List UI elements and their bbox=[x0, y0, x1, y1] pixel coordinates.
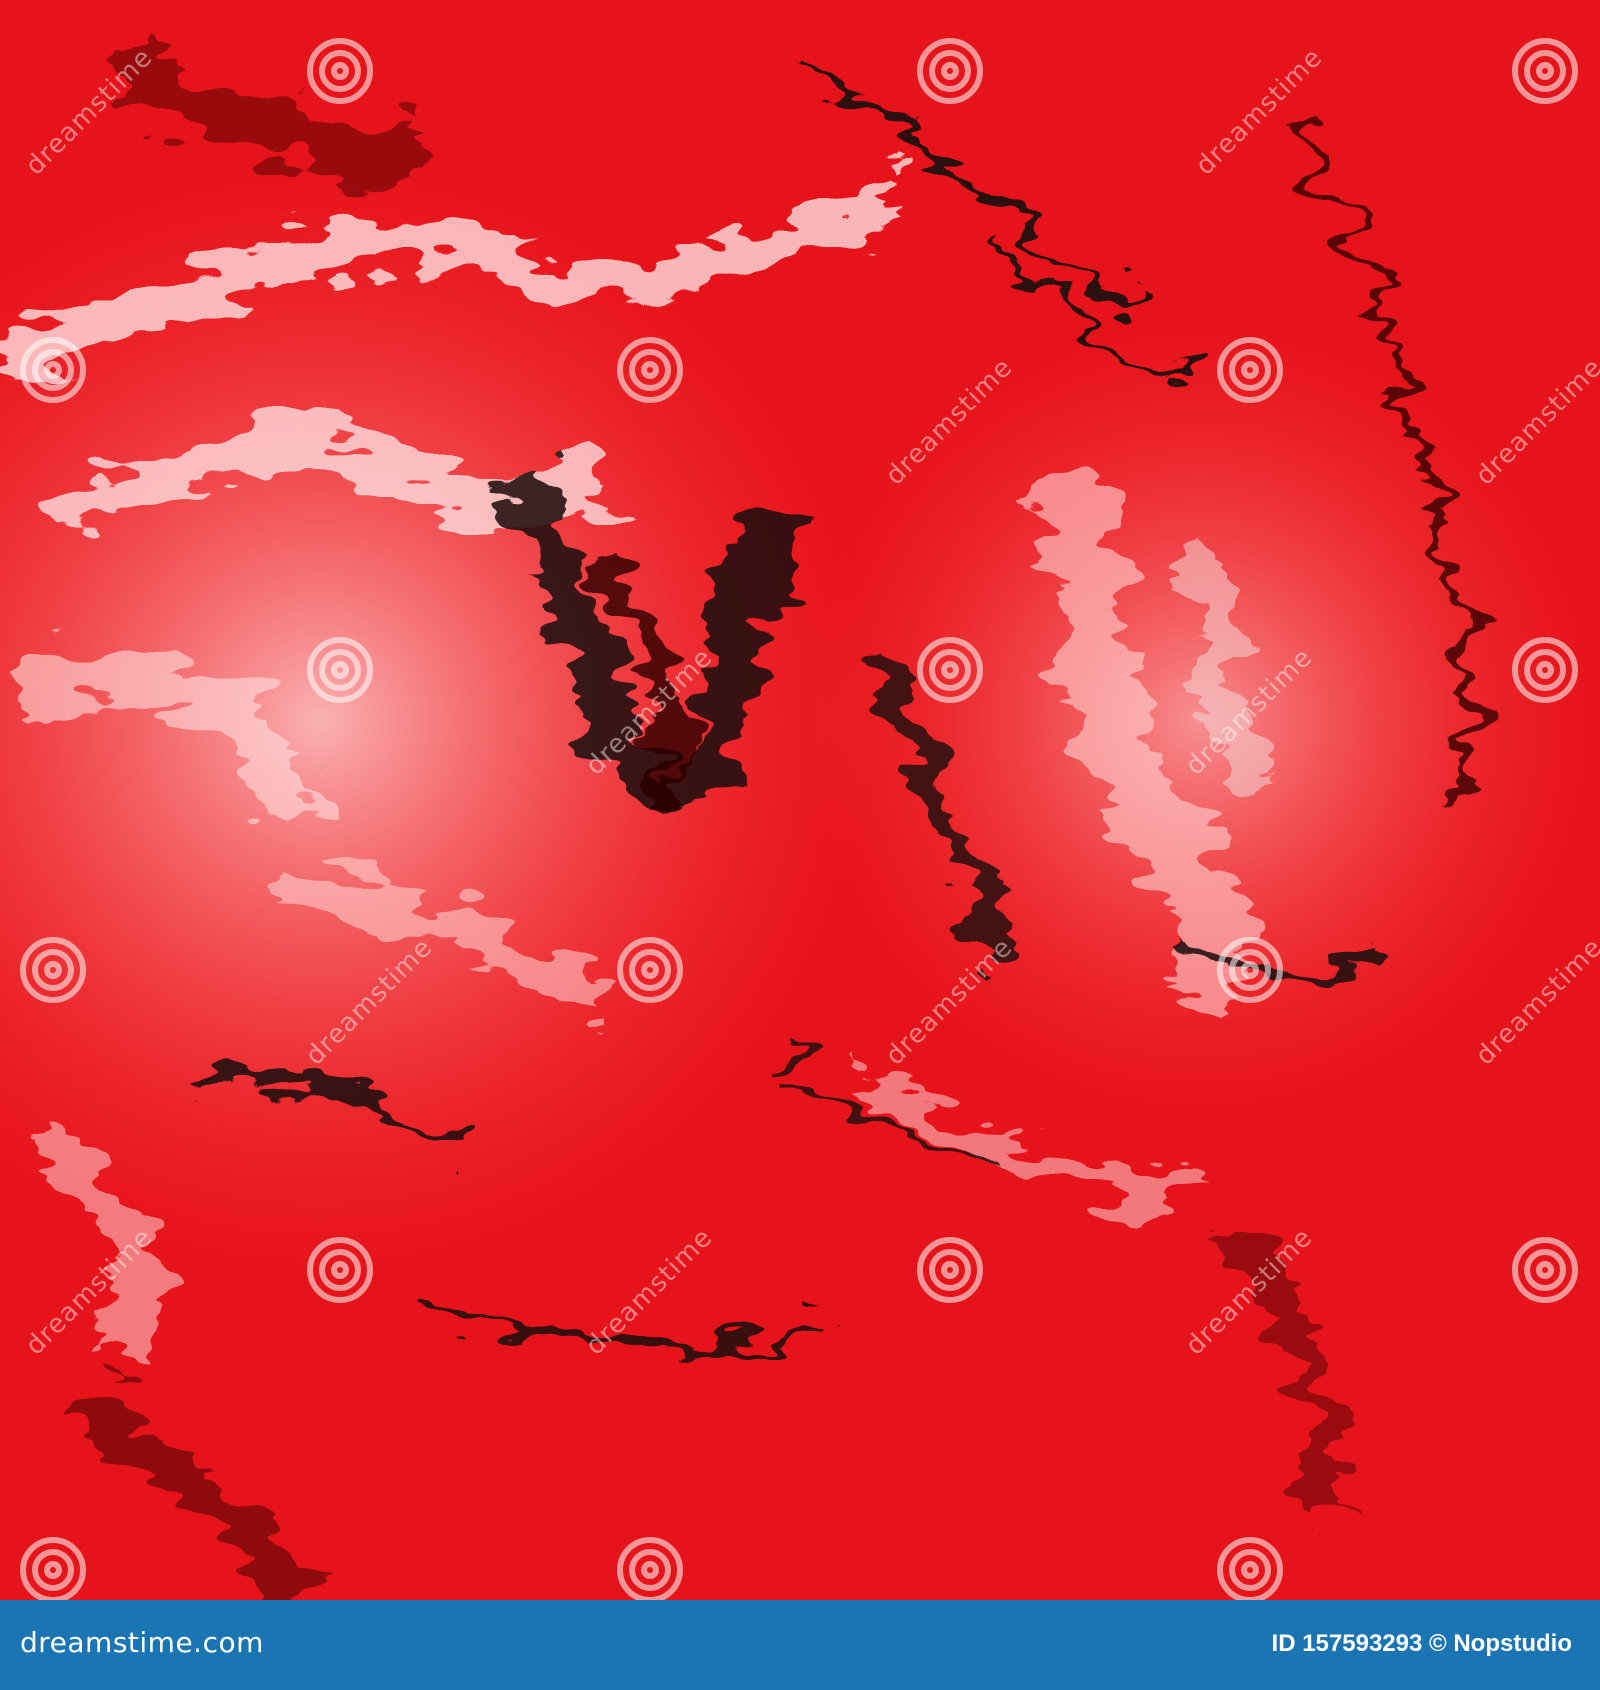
marble-painting bbox=[0, 0, 1600, 1600]
marbled-artwork: dreamstime dreamstime dreamstime dreamst… bbox=[0, 0, 1600, 1600]
image-id-credit: ID 157593293 © Nopstudio bbox=[1271, 1630, 1572, 1657]
footer-bar: dreamstime.com ID 157593293 © Nopstudio bbox=[0, 1600, 1600, 1690]
dreamstime-logo-text[interactable]: dreamstime.com bbox=[20, 1626, 264, 1659]
